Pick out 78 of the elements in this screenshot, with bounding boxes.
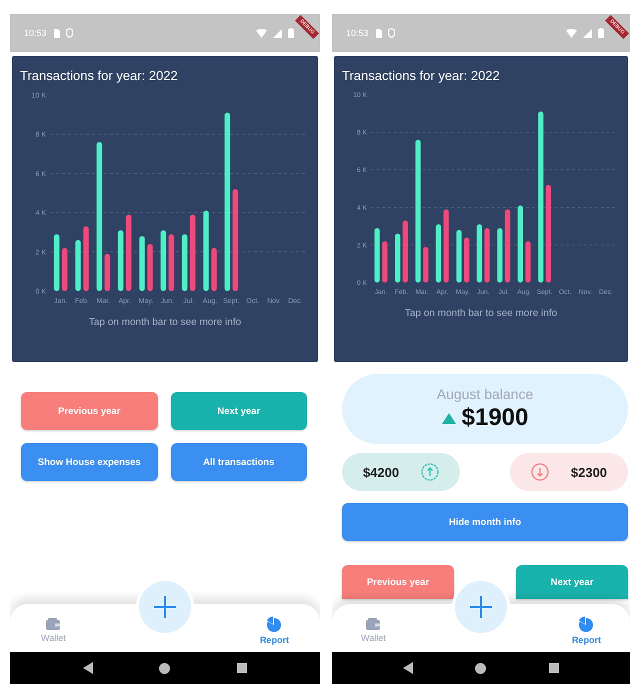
expense-bar[interactable] bbox=[211, 248, 217, 291]
income-bar[interactable] bbox=[182, 234, 188, 291]
year-button[interactable]: Next year bbox=[516, 565, 628, 599]
wallet-icon bbox=[46, 618, 60, 630]
year-button[interactable]: Show House expenses bbox=[21, 443, 158, 481]
plus-icon bbox=[153, 595, 177, 619]
expense-bar[interactable] bbox=[525, 241, 531, 283]
wifi-icon bbox=[566, 28, 577, 38]
income-bar[interactable] bbox=[96, 142, 102, 291]
signal-icon bbox=[583, 28, 592, 38]
recents-icon bbox=[236, 663, 247, 673]
arrow-down-icon bbox=[530, 463, 549, 481]
expense-bar[interactable] bbox=[126, 214, 132, 291]
clock-time: 10:53 bbox=[346, 28, 369, 38]
sd-card-icon bbox=[52, 28, 60, 38]
income-bar[interactable] bbox=[395, 234, 400, 283]
year-button[interactable]: All transactions bbox=[170, 443, 307, 481]
expense-bar[interactable] bbox=[504, 209, 510, 283]
expense-bar[interactable] bbox=[232, 189, 238, 291]
battery-icon bbox=[598, 28, 604, 38]
shield-icon bbox=[66, 28, 73, 38]
expense-bar[interactable] bbox=[62, 248, 68, 291]
hide-info-button[interactable]: Hide month info bbox=[342, 503, 628, 541]
back-icon bbox=[83, 662, 94, 674]
clock-time: 10:53 bbox=[24, 28, 47, 38]
chart-title: Transactions for year: 2022 bbox=[20, 68, 179, 83]
balance-amount: $1900 bbox=[462, 404, 528, 432]
year-button[interactable]: Next year bbox=[170, 392, 307, 430]
expense-bar[interactable] bbox=[382, 241, 388, 283]
shield-icon bbox=[388, 28, 395, 38]
chart-title: Transactions for year: 2022 bbox=[342, 68, 501, 83]
plus-icon bbox=[469, 595, 493, 619]
income-bar[interactable] bbox=[160, 230, 166, 291]
income-bar[interactable] bbox=[497, 228, 502, 283]
expense-bar[interactable] bbox=[147, 244, 153, 291]
pie-chart-icon bbox=[578, 616, 594, 632]
signal-icon bbox=[273, 28, 282, 38]
income-bar[interactable] bbox=[518, 205, 523, 283]
income-bar[interactable] bbox=[75, 240, 81, 291]
expense-bar[interactable] bbox=[423, 246, 428, 283]
wifi-icon bbox=[256, 28, 267, 38]
expense-bar[interactable] bbox=[484, 228, 490, 283]
income-bar[interactable] bbox=[139, 236, 145, 291]
expense-amount: $2300 bbox=[570, 464, 608, 480]
income-bar[interactable] bbox=[456, 230, 462, 283]
back-icon bbox=[403, 662, 414, 674]
income-bar[interactable] bbox=[476, 224, 482, 283]
home-icon bbox=[159, 662, 170, 674]
wallet-icon bbox=[366, 618, 380, 630]
balance-title: August balance bbox=[436, 386, 534, 402]
income-bar[interactable] bbox=[436, 224, 442, 283]
chart-hint: Tap on month bar to see more info bbox=[404, 308, 558, 319]
year-button[interactable]: Previous year bbox=[342, 565, 454, 599]
year-button[interactable]: Previous year bbox=[21, 392, 158, 430]
expense-bar[interactable] bbox=[464, 238, 470, 283]
income-bar[interactable] bbox=[224, 112, 230, 291]
expense-bar[interactable] bbox=[444, 209, 449, 283]
home-icon bbox=[475, 662, 486, 674]
expense-bar[interactable] bbox=[546, 184, 552, 283]
pie-chart-icon bbox=[266, 616, 282, 632]
nav-item[interactable]: Wallet bbox=[41, 618, 66, 642]
sd-card-icon bbox=[374, 28, 382, 38]
income-amount: $4200 bbox=[362, 464, 400, 480]
nav-item[interactable]: Wallet bbox=[361, 618, 386, 642]
arrow-up-icon bbox=[421, 463, 440, 481]
battery-icon bbox=[288, 28, 294, 38]
expense-bar[interactable] bbox=[190, 214, 196, 291]
income-bar[interactable] bbox=[118, 230, 124, 291]
income-bar[interactable] bbox=[54, 234, 60, 291]
recents-icon bbox=[548, 663, 559, 673]
chart-hint: Tap on month bar to see more info bbox=[88, 317, 242, 328]
expense-bar[interactable] bbox=[168, 234, 174, 291]
income-bar[interactable] bbox=[374, 228, 380, 283]
expense-bar[interactable] bbox=[104, 254, 110, 291]
income-bar[interactable] bbox=[415, 140, 421, 283]
nav-item[interactable]: Report bbox=[572, 616, 601, 644]
expense-bar[interactable] bbox=[83, 226, 89, 291]
nav-item[interactable]: Report bbox=[260, 616, 289, 644]
